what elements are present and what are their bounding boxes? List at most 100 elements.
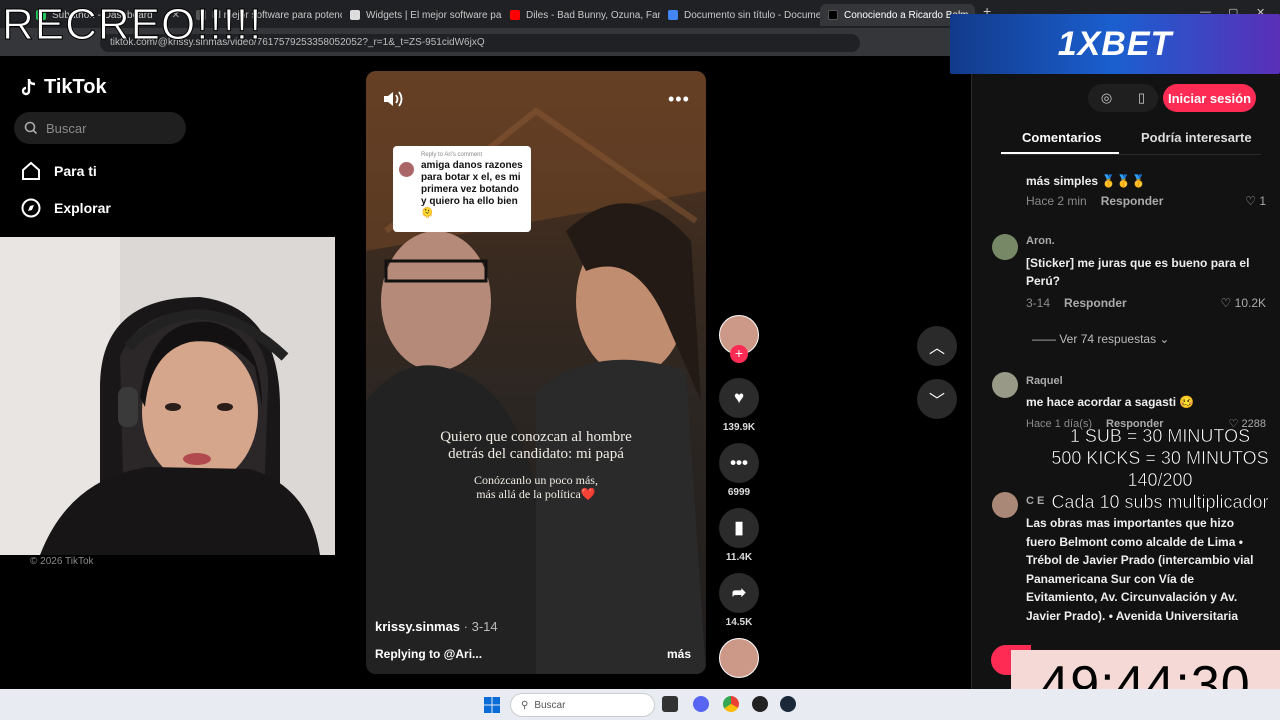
copyright-text: © 2026 TikTok <box>30 556 94 567</box>
overlay-line: Cada 10 subs multiplicador <box>1051 492 1269 513</box>
webcam-image <box>0 237 335 555</box>
like-count: 1 <box>1259 194 1266 208</box>
comment-like[interactable]: ♡ 1 <box>1245 192 1266 210</box>
taskbar-search-placeholder: Buscar <box>534 699 566 711</box>
comment-item: más simples 🥇🥇🥇 Hace 2 min Responder ♡ 1 <box>1026 172 1266 210</box>
comment-text: me hace acordar a sagasti 🥴 <box>1026 395 1195 409</box>
comment-time: 3-14 <box>1026 296 1051 310</box>
more-link[interactable]: más <box>667 647 691 661</box>
tab-label: Widgets | El mejor software pa <box>366 9 502 21</box>
commenter-avatar[interactable] <box>992 372 1018 398</box>
comment-item: Raquel me hace acordar a sagasti 🥴 Hace … <box>1026 372 1266 433</box>
reply-button[interactable]: Responder <box>1101 192 1164 210</box>
view-replies-link[interactable]: —— Ver 74 respuestas ⌄ <box>1032 330 1262 348</box>
follow-plus-icon[interactable]: + <box>730 345 748 363</box>
like-button[interactable]: ♥ 139.9K <box>716 378 762 433</box>
search-icon <box>24 121 38 135</box>
replying-to-text: Replying to @Ari... <box>375 647 483 661</box>
chrome-icon[interactable] <box>723 696 739 712</box>
volume-icon[interactable] <box>382 89 404 114</box>
discord-icon[interactable] <box>693 696 709 712</box>
login-button[interactable]: Iniciar sesión <box>1163 84 1256 112</box>
chevron-up-icon: ︿ <box>928 340 945 357</box>
reply-header: Reply to Ari's comment <box>421 152 483 158</box>
nav-item-para-ti[interactable]: Para ti <box>20 160 97 182</box>
commenter-avatar[interactable] <box>992 492 1018 518</box>
tab-comments[interactable]: Comentarios <box>1022 130 1101 145</box>
comment-count: 6999 <box>727 487 751 498</box>
comment-text: [Sticker] me juras que es bueno para el … <box>1026 256 1250 288</box>
header-icon-group: ◎ ▯ <box>1088 84 1158 112</box>
tiktok-note-icon <box>21 78 36 95</box>
sound-disc-avatar[interactable] <box>719 638 759 678</box>
nav-label: Explorar <box>54 200 111 216</box>
home-icon <box>22 161 40 180</box>
docs-favicon-icon <box>668 10 678 20</box>
browser-tab[interactable]: Widgets | El mejor software pa ✕ <box>342 4 502 26</box>
tab-label: Documento sin título - Docume <box>684 9 820 21</box>
obs-icon[interactable] <box>752 696 768 712</box>
nav-item-explorar[interactable]: Explorar <box>20 197 111 219</box>
taskbar-search-input[interactable]: ⚲ Buscar <box>510 693 655 717</box>
webcam-overlay <box>0 237 335 555</box>
previous-video-button[interactable]: ︿ <box>917 326 957 366</box>
windows-taskbar: ⚲ Buscar <box>0 689 1280 720</box>
commenter-name[interactable]: Raquel <box>1026 372 1256 390</box>
tab-recommended[interactable]: Podría interesarte <box>1141 130 1252 145</box>
brand-name: TikTok <box>44 76 107 98</box>
caption-line: Quiero que conozcan al hombre <box>440 429 632 445</box>
compass-icon <box>21 198 41 218</box>
next-video-button[interactable]: ﹀ <box>917 379 957 419</box>
bookmark-icon: ▮ <box>719 508 759 548</box>
comment-text: Las obras mas importantes que hizo fuero… <box>1026 516 1254 623</box>
comment-button[interactable]: ••• 6999 <box>716 443 762 498</box>
caption-line: Conózcanlo un poco más, <box>474 473 598 487</box>
comment-time: Hace 2 min <box>1026 194 1087 208</box>
task-view-icon[interactable] <box>662 696 678 712</box>
commenter-avatar[interactable] <box>992 234 1018 260</box>
author-name[interactable]: krissy.sinmas <box>375 619 460 634</box>
tiktok-favicon-icon <box>828 10 838 20</box>
phone-icon[interactable]: ▯ <box>1138 90 1145 106</box>
overlay-line: 500 KICKS = 30 MINUTOS <box>1051 448 1269 469</box>
like-count: 10.2K <box>1234 296 1266 310</box>
video-author-row: krissy.sinmas · 3-14 <box>375 619 498 634</box>
search-input[interactable]: Buscar <box>14 112 186 144</box>
comment-item: Aron. [Sticker] me juras que es bueno pa… <box>1026 232 1266 312</box>
comment-like[interactable]: ♡ 10.2K <box>1221 294 1266 312</box>
reply-text: amiga danos razones para botar x el, es … <box>421 160 523 219</box>
share-button[interactable]: ➦ 14.5K <box>716 573 762 628</box>
comments-panel: ◎ ▯ Iniciar sesión Comentarios Podría in… <box>971 74 1280 690</box>
stream-overlay-title: RECREO!!!!! <box>1 0 263 50</box>
heart-icon: ♥ <box>719 378 759 418</box>
video-player[interactable]: ••• Reply to Ari's comment amiga danos r… <box>366 71 706 674</box>
share-count: 14.5K <box>725 617 753 628</box>
search-placeholder: Buscar <box>46 120 87 136</box>
browser-tab[interactable]: Documento sin título - Docume ✕ <box>660 4 820 26</box>
search-icon: ⚲ <box>521 699 529 711</box>
windows-start-icon[interactable] <box>484 697 500 713</box>
save-button[interactable]: ▮ 11.4K <box>716 508 762 563</box>
tiktok-logo[interactable]: TikTok <box>20 76 107 99</box>
youtube-favicon-icon <box>510 10 520 20</box>
coin-icon[interactable]: ◎ <box>1101 90 1112 106</box>
reply-comment-bubble: Reply to Ari's comment amiga danos razon… <box>393 146 531 232</box>
comment-icon: ••• <box>719 443 759 483</box>
reply-button[interactable]: Responder <box>1064 294 1127 312</box>
more-options-icon[interactable]: ••• <box>668 89 690 110</box>
tab-label: Diles - Bad Bunny, Ozuna, Farru <box>526 9 660 21</box>
subathon-rules-overlay: 1 SUB = 30 MINUTOS 500 KICKS = 30 MINUTO… <box>1040 425 1280 513</box>
commenter-name[interactable]: Aron. <box>1026 232 1256 250</box>
video-date: · 3-14 <box>460 619 498 634</box>
caption-line: detrás del candidato: mi papá <box>448 446 624 462</box>
steam-icon[interactable] <box>780 696 796 712</box>
overlay-line: 140/200 <box>1127 470 1193 491</box>
ad-banner[interactable]: 1XBET <box>950 14 1280 74</box>
chevron-down-icon: ﹀ <box>928 393 945 410</box>
divider <box>1001 154 1261 155</box>
browser-tab[interactable]: Diles - Bad Bunny, Ozuna, Farru ✕ <box>502 4 660 26</box>
caption-line: más allá de la política❤️ <box>476 487 596 501</box>
commenter-avatar <box>399 162 414 177</box>
save-count: 11.4K <box>725 552 753 563</box>
nav-label: Para ti <box>54 163 97 179</box>
